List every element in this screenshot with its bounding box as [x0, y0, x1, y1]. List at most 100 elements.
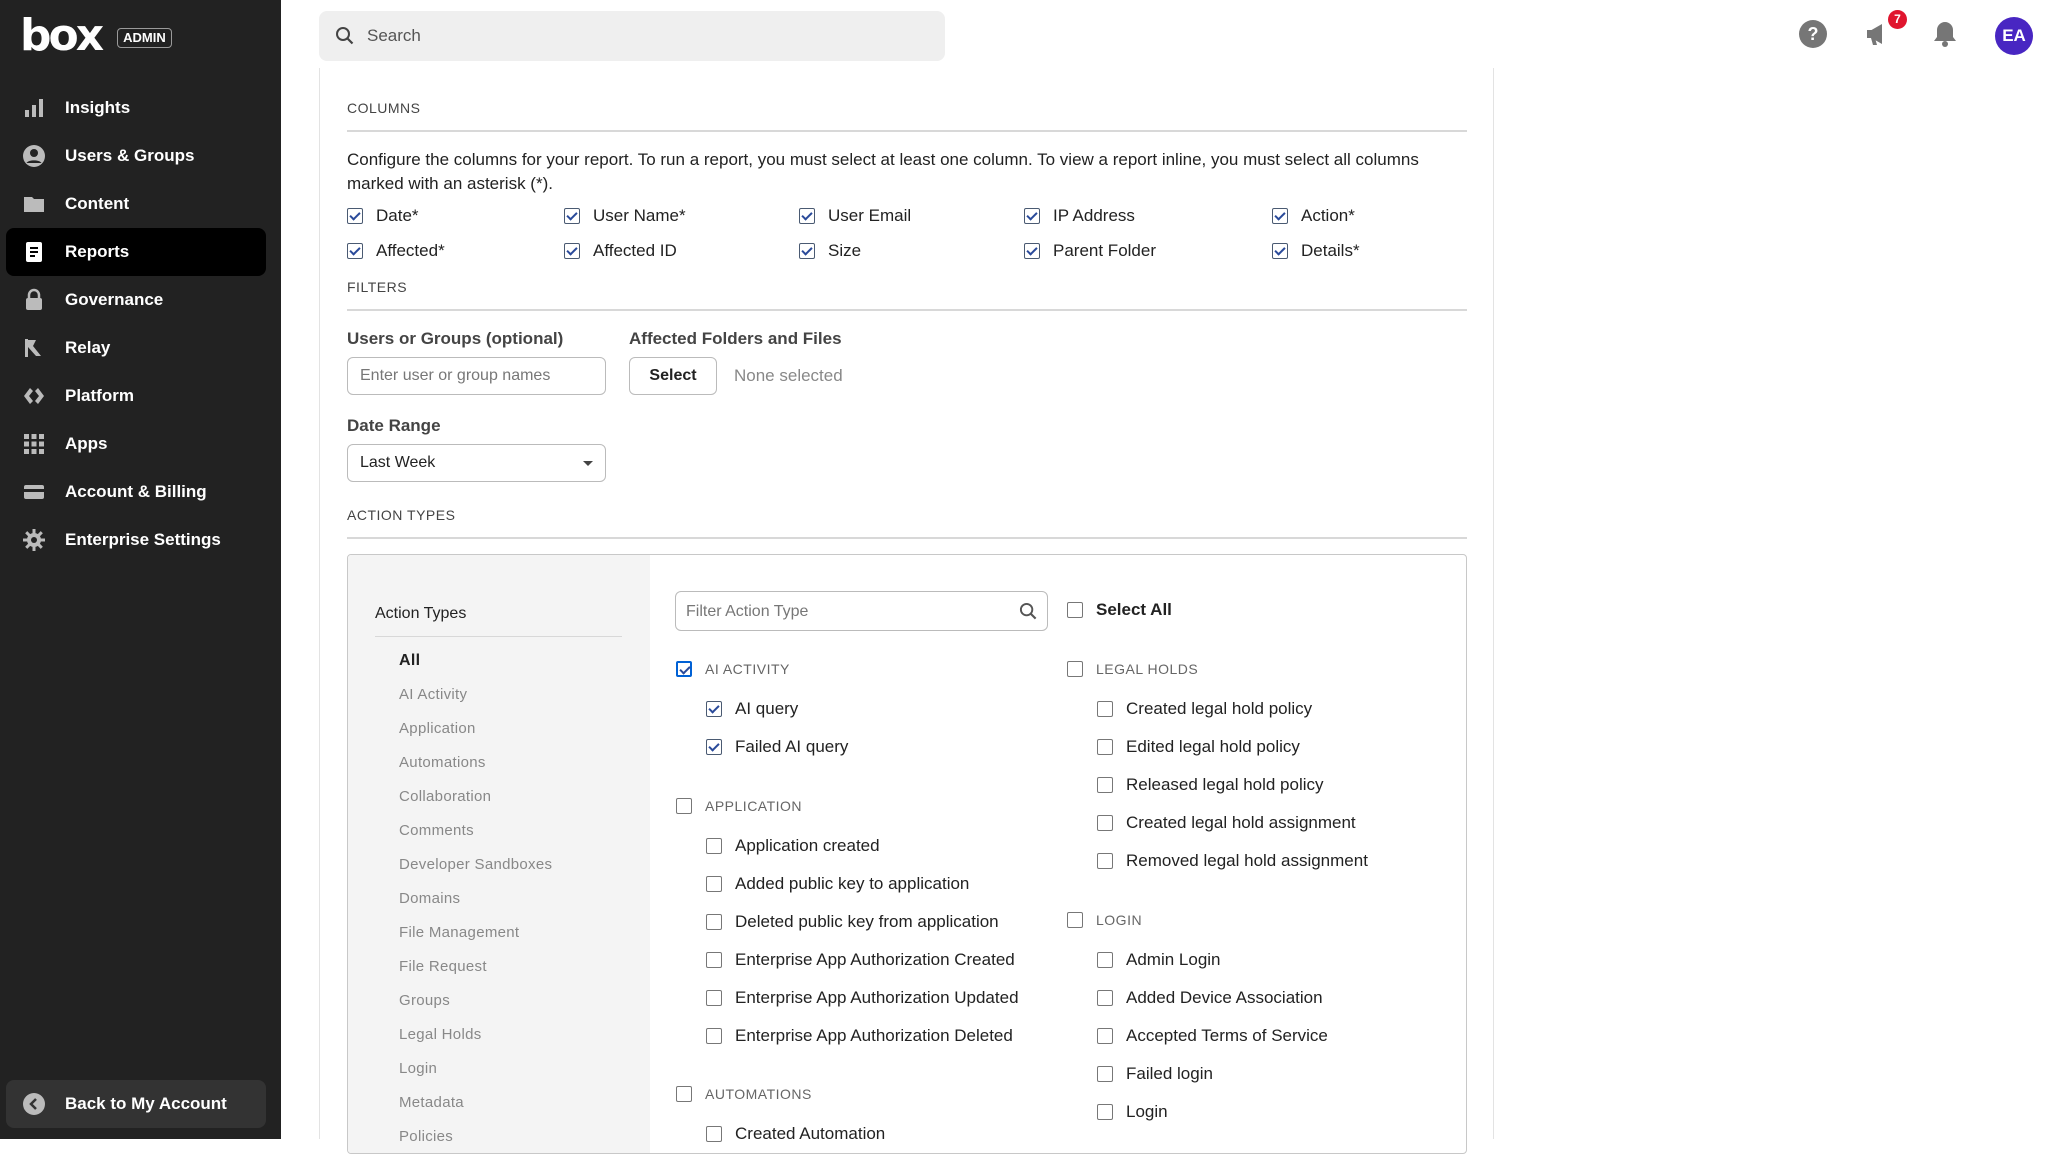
checkbox[interactable] — [1097, 990, 1113, 1006]
action-item-checkbox[interactable]: Enterprise App Authorization Created — [706, 950, 1015, 970]
filter-action-type-input[interactable] — [686, 600, 1006, 624]
checkbox[interactable] — [1097, 739, 1113, 755]
sidebar-item-apps[interactable]: Apps — [6, 420, 266, 468]
sidebar-item-governance[interactable]: Governance — [6, 276, 266, 324]
sidebar-item-insights[interactable]: Insights — [6, 84, 266, 132]
category-item[interactable]: Domains — [399, 890, 460, 907]
column-ip-address-checkbox[interactable]: IP Address — [1024, 206, 1135, 226]
checkbox[interactable] — [1024, 208, 1040, 224]
action-item-checkbox[interactable]: Removed legal hold assignment — [1097, 851, 1368, 871]
category-item[interactable]: Comments — [399, 822, 474, 839]
action-item-checkbox[interactable]: Deleted public key from application — [706, 912, 999, 932]
checkbox[interactable] — [1097, 853, 1113, 869]
category-item[interactable]: Metadata — [399, 1094, 464, 1111]
sidebar-item-platform[interactable]: Platform — [6, 372, 266, 420]
action-item-checkbox[interactable]: Added Device Association — [1097, 988, 1323, 1008]
category-item[interactable]: Application — [399, 720, 476, 737]
checkbox[interactable] — [347, 208, 363, 224]
checkbox[interactable] — [1067, 661, 1083, 677]
group-automations-checkbox[interactable]: AUTOMATIONS — [676, 1086, 812, 1102]
sidebar-item-enterprise-settings[interactable]: Enterprise Settings — [6, 516, 266, 564]
checkbox[interactable] — [706, 1028, 722, 1044]
checkbox[interactable] — [1097, 701, 1113, 717]
users-groups-input[interactable] — [347, 357, 606, 395]
category-item[interactable]: Developer Sandboxes — [399, 856, 552, 873]
category-item[interactable]: Legal Holds — [399, 1026, 482, 1043]
checkbox[interactable] — [347, 243, 363, 259]
checkbox[interactable] — [1097, 815, 1113, 831]
column-details-checkbox[interactable]: Details* — [1272, 241, 1360, 261]
group-application-checkbox[interactable]: APPLICATION — [676, 798, 802, 814]
checkbox[interactable] — [1272, 208, 1288, 224]
category-item[interactable]: Policies — [399, 1128, 453, 1145]
action-item-checkbox[interactable]: Login — [1097, 1102, 1168, 1122]
checkbox[interactable] — [564, 243, 580, 259]
action-item-checkbox[interactable]: AI query — [706, 699, 798, 719]
category-item[interactable]: All — [399, 652, 420, 670]
checkbox[interactable] — [1097, 952, 1113, 968]
checkbox[interactable] — [706, 876, 722, 892]
category-item[interactable]: File Request — [399, 958, 487, 975]
action-item-checkbox[interactable]: Failed login — [1097, 1064, 1213, 1084]
group-login-checkbox[interactable]: LOGIN — [1067, 912, 1142, 928]
select-all-checkbox[interactable]: Select All — [1067, 600, 1172, 620]
checkbox[interactable] — [676, 798, 692, 814]
group-legal-holds-checkbox[interactable]: LEGAL HOLDS — [1067, 661, 1198, 677]
checkbox[interactable] — [676, 661, 692, 677]
checkbox[interactable] — [1024, 243, 1040, 259]
checkbox[interactable] — [706, 838, 722, 854]
checkbox[interactable] — [706, 990, 722, 1006]
column-user-email-checkbox[interactable]: User Email — [799, 206, 911, 226]
date-range-select[interactable]: Last Week — [347, 444, 606, 482]
checkbox[interactable] — [1067, 912, 1083, 928]
action-item-checkbox[interactable]: Enterprise App Authorization Updated — [706, 988, 1019, 1008]
checkbox[interactable] — [799, 243, 815, 259]
category-item[interactable]: Groups — [399, 992, 450, 1009]
action-item-checkbox[interactable]: Released legal hold policy — [1097, 775, 1324, 795]
action-item-checkbox[interactable]: Accepted Terms of Service — [1097, 1026, 1328, 1046]
category-item[interactable]: AI Activity — [399, 686, 467, 703]
column-affected-id-checkbox[interactable]: Affected ID — [564, 241, 677, 261]
column-action-checkbox[interactable]: Action* — [1272, 206, 1355, 226]
global-search[interactable] — [319, 11, 945, 61]
box-logo[interactable]: box ADMIN — [20, 14, 172, 58]
column-user-name-checkbox[interactable]: User Name* — [564, 206, 686, 226]
column-affected-checkbox[interactable]: Affected* — [347, 241, 445, 261]
sidebar-item-users-groups[interactable]: Users & Groups — [6, 132, 266, 180]
checkbox[interactable] — [1097, 1104, 1113, 1120]
group-ai-activity-checkbox[interactable]: AI ACTIVITY — [676, 661, 790, 677]
checkbox[interactable] — [706, 914, 722, 930]
checkbox[interactable] — [1097, 1028, 1113, 1044]
checkbox[interactable] — [1097, 1066, 1113, 1082]
column-size-checkbox[interactable]: Size — [799, 241, 861, 261]
select-folders-button[interactable]: Select — [629, 357, 717, 395]
sidebar-item-content[interactable]: Content — [6, 180, 266, 228]
category-item[interactable]: File Management — [399, 924, 519, 941]
column-parent-folder-checkbox[interactable]: Parent Folder — [1024, 241, 1156, 261]
action-item-checkbox[interactable]: Failed AI query — [706, 737, 848, 757]
checkbox[interactable] — [706, 701, 722, 717]
checkbox[interactable] — [706, 952, 722, 968]
checkbox[interactable] — [564, 208, 580, 224]
checkbox[interactable] — [1067, 602, 1083, 618]
action-item-checkbox[interactable]: Application created — [706, 836, 880, 856]
action-item-checkbox[interactable]: Edited legal hold policy — [1097, 737, 1300, 757]
checkbox[interactable] — [1097, 777, 1113, 793]
column-date-checkbox[interactable]: Date* — [347, 206, 419, 226]
sidebar-item-account-billing[interactable]: Account & Billing — [6, 468, 266, 516]
search-input[interactable] — [367, 21, 927, 51]
action-item-checkbox[interactable]: Created Automation — [706, 1124, 885, 1144]
sidebar-item-relay[interactable]: Relay — [6, 324, 266, 372]
filter-action-type-field[interactable] — [675, 591, 1048, 631]
action-item-checkbox[interactable]: Added public key to application — [706, 874, 969, 894]
action-item-checkbox[interactable]: Enterprise App Authorization Deleted — [706, 1026, 1013, 1046]
category-item[interactable]: Automations — [399, 754, 486, 771]
checkbox[interactable] — [706, 739, 722, 755]
sidebar-item-reports[interactable]: Reports — [6, 228, 266, 276]
checkbox[interactable] — [799, 208, 815, 224]
help-icon[interactable]: ? — [1797, 18, 1829, 50]
category-item[interactable]: Login — [399, 1060, 437, 1077]
checkbox[interactable] — [676, 1086, 692, 1102]
notifications-bell-icon[interactable] — [1929, 18, 1961, 50]
checkbox[interactable] — [706, 1126, 722, 1142]
